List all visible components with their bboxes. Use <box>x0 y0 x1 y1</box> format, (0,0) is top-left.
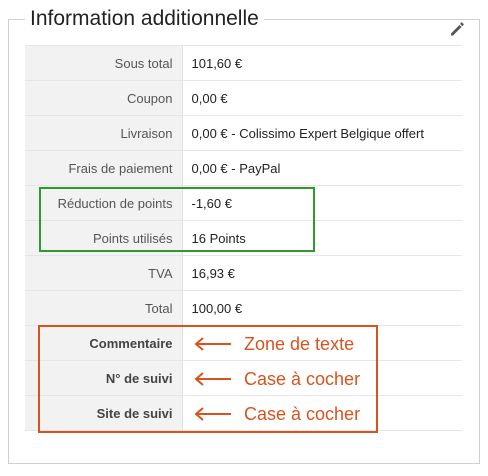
row-value: 16,93 € <box>182 255 462 291</box>
row-value: -1,60 € <box>182 185 462 221</box>
row-value: 0,00 € <box>182 80 462 116</box>
pencil-icon[interactable] <box>448 20 466 38</box>
row-label: N° de suivi <box>25 360 183 396</box>
row-value: 16 Points <box>182 220 462 256</box>
table-row: Total 100,00 € <box>25 290 462 326</box>
row-label: TVA <box>25 255 183 291</box>
row-label: Points utilisés <box>25 220 183 256</box>
row-label: Coupon <box>25 80 183 116</box>
row-value: 0,00 € - Colissimo Expert Belgique offer… <box>182 115 462 151</box>
table-row: Coupon 0,00 € <box>25 80 462 116</box>
table-row: Points utilisés 16 Points <box>25 220 462 256</box>
row-label: Sous total <box>25 45 183 81</box>
arrow-left-icon <box>194 372 231 386</box>
row-value: 100,00 € <box>182 290 462 326</box>
annotation-tracking-site: Case à cocher <box>244 404 361 424</box>
arrow-left-icon <box>194 407 231 421</box>
row-label: Site de suivi <box>25 395 183 431</box>
row-label: Commentaire <box>25 325 183 361</box>
row-label: Livraison <box>25 115 183 151</box>
table-row: Livraison 0,00 € - Colissimo Expert Belg… <box>25 115 462 151</box>
panel-title: Information additionnelle <box>25 5 264 33</box>
row-value: 0,00 € - PayPal <box>182 150 462 186</box>
row-label: Réduction de points <box>25 185 183 221</box>
arrow-left-icon <box>194 337 231 351</box>
annotation-tracking-number: Case à cocher <box>244 369 361 389</box>
row-label: Frais de paiement <box>25 150 183 186</box>
table-row: TVA 16,93 € <box>25 255 462 291</box>
row-value: 101,60 € <box>182 45 462 81</box>
table-row: Frais de paiement 0,00 € - PayPal <box>25 150 462 186</box>
annotation-comment: Zone de texte <box>244 334 355 354</box>
table-row: Sous total 101,60 € <box>25 45 462 81</box>
table-row: Réduction de points -1,60 € <box>25 185 462 221</box>
row-label: Total <box>25 290 183 326</box>
